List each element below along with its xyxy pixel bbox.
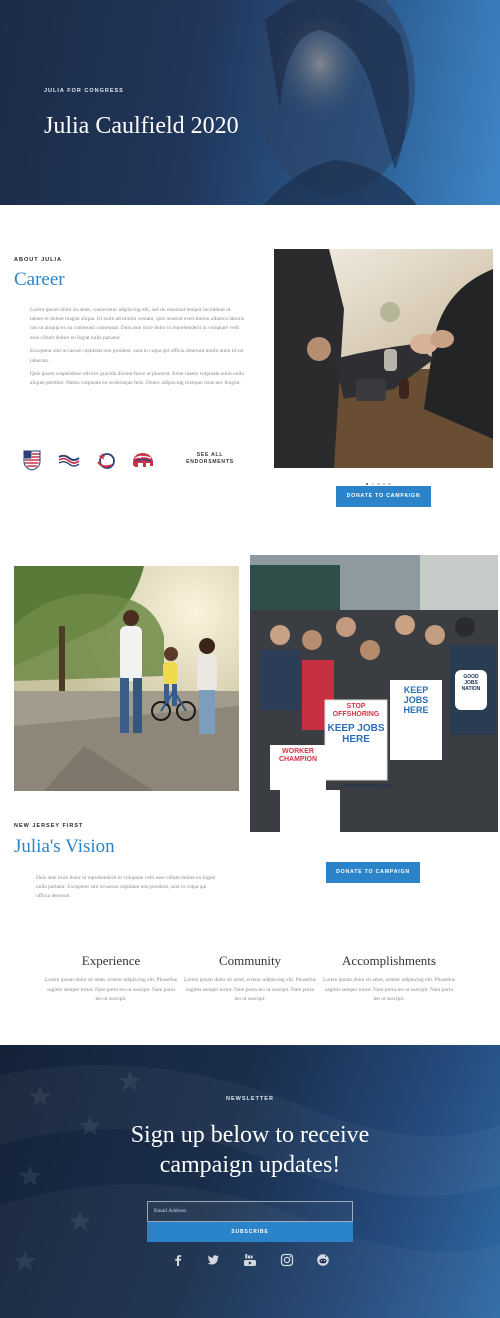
- carousel-dots: [366, 472, 394, 485]
- vision-title: Julia's Vision: [14, 836, 115, 857]
- vision-text: Duis aute irure dolor in reprehenderit i…: [36, 875, 216, 900]
- sign-stop-offshoring: STOP OFFSHORING: [332, 703, 380, 718]
- see-all-endorsements-link[interactable]: SEE ALL ENDORSMENTS: [180, 452, 240, 465]
- feature-accomplishments: Accomplishments Lorem ipsum dolor sit am…: [322, 953, 456, 1005]
- youtube-icon[interactable]: [243, 1253, 257, 1267]
- protest-photo: STOP OFFSHORING KEEP JOBS HERE KEEP JOBS…: [250, 555, 498, 832]
- donate-button[interactable]: DONATE TO CAMPAIGN: [336, 486, 431, 507]
- vision-eyebrow: NEW JERSEY FIRST: [14, 823, 84, 829]
- candidate-portrait: [255, 0, 417, 205]
- about-eyebrow: ABOUT JULIA: [14, 257, 62, 263]
- feature-text: Lorem ipsum dolor sit amet, ectetur adip…: [44, 977, 178, 1002]
- feature-text: Lorem ipsum dolor sit amet, ectetur adip…: [183, 977, 317, 1002]
- career-paragraph: Excepteur sint occaecat cupidatat non pr…: [30, 348, 244, 364]
- sign-url: GOODJOBSNATION.ORG: [342, 783, 392, 788]
- family-photo: [14, 566, 239, 791]
- reddit-icon[interactable]: [316, 1253, 330, 1267]
- email-field[interactable]: Email Address: [147, 1201, 353, 1222]
- waving-flag-icon[interactable]: [58, 449, 80, 471]
- family-bike-photo: [14, 566, 239, 791]
- twitter-icon[interactable]: [206, 1253, 220, 1267]
- elephant-icon[interactable]: [130, 449, 156, 471]
- hero-title: Julia Caulfield 2020: [44, 113, 239, 139]
- feature-text: Lorem ipsum dolor sit amet, ectetur adip…: [322, 977, 456, 1002]
- handshake-photo: [274, 249, 493, 468]
- donate-button-2[interactable]: DONATE TO CAMPAIGN: [326, 862, 420, 883]
- carousel-dot[interactable]: [371, 482, 374, 485]
- career-photo: [274, 249, 493, 468]
- sign-worker-champion: WORKER CHAMPION: [278, 748, 318, 763]
- flag-background: [0, 1065, 500, 1271]
- hero-banner: JULIA FOR CONGRESS Julia Caulfield 2020: [0, 0, 500, 205]
- career-title: Career: [14, 269, 65, 290]
- feature-experience: Experience Lorem ipsum dolor sit amet, e…: [44, 953, 178, 1005]
- hero-eyebrow: JULIA FOR CONGRESS: [44, 88, 124, 94]
- career-text: Lorem ipsum dolor sit amet, consectetur …: [30, 306, 245, 393]
- career-paragraph: Quis ipsum suspendisse ultrices gravida …: [30, 371, 244, 387]
- carousel-dot[interactable]: [377, 482, 380, 485]
- feature-title: Accomplishments: [342, 953, 436, 968]
- feature-title: Experience: [81, 953, 141, 968]
- sign-keep-jobs-here-2: KEEP JOBS HERE: [403, 685, 429, 715]
- career-paragraph: Lorem ipsum dolor sit amet, consectetur …: [30, 307, 245, 341]
- feature-title: Community: [218, 953, 282, 968]
- star-swirl-icon[interactable]: [95, 449, 117, 471]
- carousel-dot[interactable]: [382, 482, 386, 485]
- carousel-dot[interactable]: [366, 482, 369, 485]
- sign-keep-jobs-here: KEEP JOBS HERE: [327, 723, 385, 745]
- flag-shield-icon[interactable]: [22, 449, 42, 471]
- carousel-dot[interactable]: [388, 482, 391, 485]
- sign-good-jobs-nation: GOOD JOBS NATION: [461, 674, 481, 692]
- subscribe-button[interactable]: SUBSCRIBE: [147, 1222, 353, 1242]
- facebook-icon[interactable]: [171, 1253, 185, 1267]
- rally-photo: [250, 555, 498, 832]
- feature-community: Community Lorem ipsum dolor sit amet, ec…: [183, 953, 317, 1005]
- newsletter-title: Sign up below to receive campaign update…: [130, 1122, 370, 1178]
- instagram-icon[interactable]: [280, 1253, 294, 1267]
- newsletter-eyebrow: NEWSLETTER: [226, 1096, 274, 1102]
- newsletter-section: NEWSLETTER Sign up below to receive camp…: [0, 1045, 500, 1318]
